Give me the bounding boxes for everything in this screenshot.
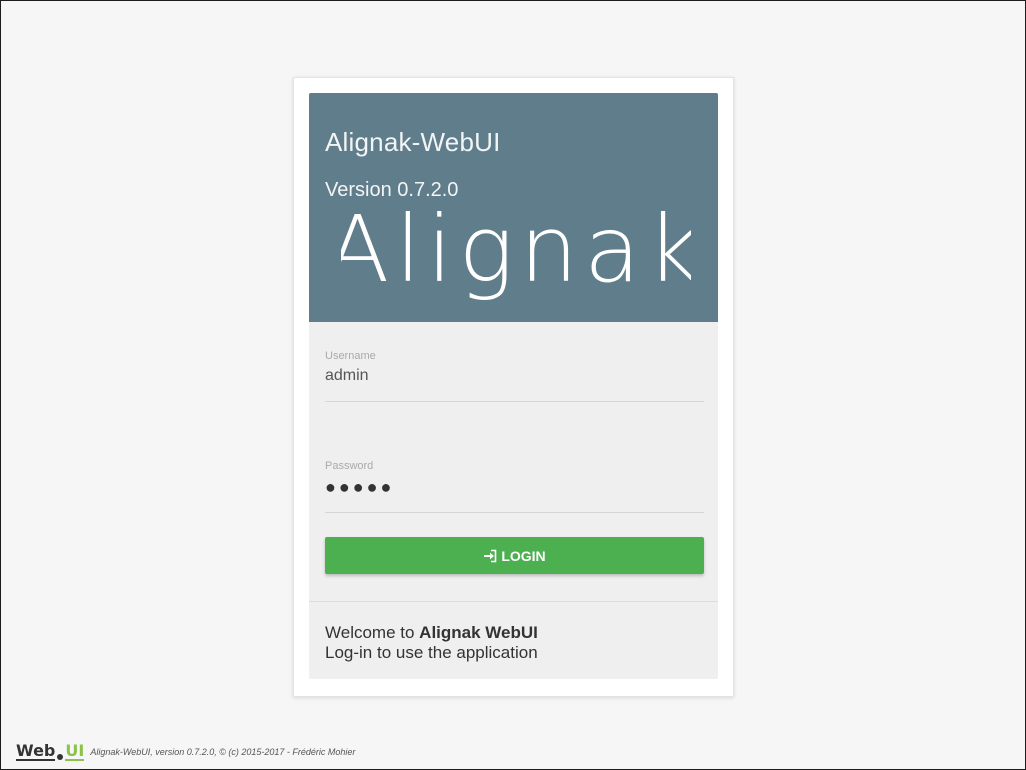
webui-logo: Web UI	[16, 741, 85, 761]
welcome-instruction: Log-in to use the application	[325, 643, 538, 662]
footer-copyright: Alignak-WebUI, version 0.7.2.0, © (c) 20…	[90, 747, 356, 757]
app-version: Version 0.7.2.0	[325, 179, 459, 201]
webui-logo-ui: UI	[65, 741, 85, 761]
webui-logo-web: Web	[16, 741, 56, 761]
login-button[interactable]: LOGIN	[325, 537, 704, 574]
header-banner: Alignak-WebUI Version 0.7.2.0 Alignak	[309, 93, 718, 322]
username-input[interactable]: admin	[325, 367, 704, 402]
login-card: Alignak-WebUI Version 0.7.2.0 Alignak Us…	[293, 77, 734, 697]
welcome-message: Welcome to Alignak WebUI Log-in to use t…	[325, 623, 538, 663]
app-title: Alignak-WebUI	[325, 127, 501, 157]
login-button-label: LOGIN	[501, 547, 546, 564]
welcome-app-name: Alignak WebUI	[419, 623, 538, 642]
username-label: Username	[325, 350, 376, 362]
alignak-logo-text: Alignak	[341, 203, 691, 303]
divider	[309, 601, 718, 602]
welcome-prefix: Welcome to	[325, 623, 420, 642]
sign-in-icon	[483, 549, 497, 563]
footer: Web UI Alignak-WebUI, version 0.7.2.0, ©…	[16, 742, 355, 762]
password-input[interactable]: ●●●●●	[325, 477, 704, 513]
alignak-logo: Alignak	[341, 203, 691, 303]
password-label: Password	[325, 460, 374, 472]
login-panel: Alignak-WebUI Version 0.7.2.0 Alignak Us…	[309, 93, 718, 679]
webui-logo-dot	[57, 754, 64, 760]
